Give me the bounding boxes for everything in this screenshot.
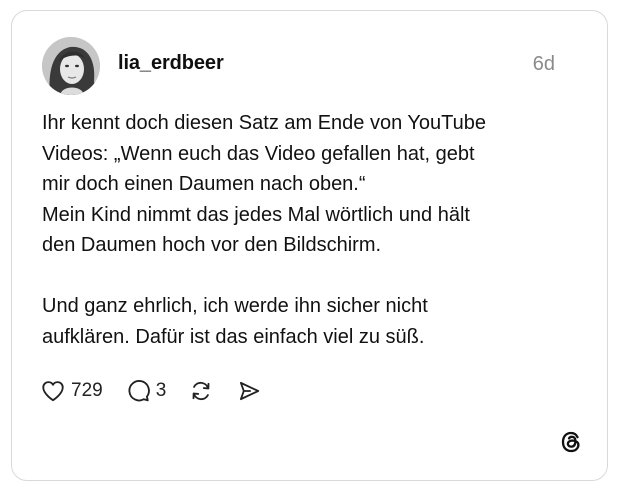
repost-button[interactable] xyxy=(188,378,214,404)
avatar[interactable] xyxy=(42,37,100,95)
share-button[interactable] xyxy=(236,378,262,404)
comment-icon xyxy=(128,380,150,402)
avatar-photo xyxy=(42,37,100,95)
send-icon xyxy=(240,381,260,401)
like-button[interactable]: 729 xyxy=(40,378,103,404)
threads-logo-icon xyxy=(557,428,585,456)
post-timestamp: 6d xyxy=(532,53,555,75)
repost-icon xyxy=(192,381,210,401)
post-body: Ihr kennt doch diesen Satz am Ende von Y… xyxy=(42,112,487,348)
post-card: lia_erdbeer 6d Ihr kennt doch diesen Sat… xyxy=(11,10,608,481)
post-actions: 729 3 xyxy=(40,375,262,407)
like-count: 729 xyxy=(71,380,103,401)
reply-button[interactable]: 3 xyxy=(125,378,167,404)
username[interactable]: lia_erdbeer xyxy=(118,52,224,75)
heart-icon xyxy=(42,381,64,402)
reply-count: 3 xyxy=(155,380,167,401)
